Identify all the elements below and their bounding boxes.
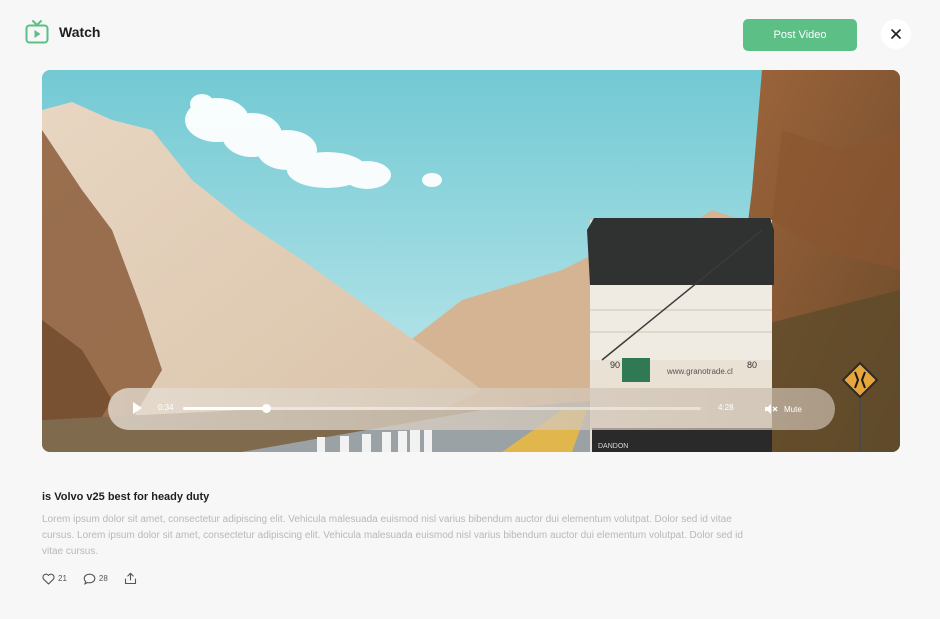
comment-button[interactable]: 28 <box>83 573 108 585</box>
post-description: Lorem ipsum dolor sit amet, consectetur … <box>42 514 743 557</box>
share-icon <box>124 572 136 585</box>
progress-bar[interactable] <box>183 404 701 413</box>
page-title: Watch <box>59 24 101 40</box>
tv-icon <box>25 20 49 44</box>
like-count: 21 <box>58 574 67 583</box>
truck-number: 80 <box>747 360 757 370</box>
truck-plate-text: 90 <box>610 360 620 370</box>
progress-handle[interactable] <box>261 404 271 413</box>
share-button[interactable] <box>124 572 137 585</box>
video-player[interactable]: 90 80 www.granotrade.cl DANDON 0:34 4:28 <box>42 70 900 452</box>
video-controls: 0:34 4:28 Mute <box>108 388 835 430</box>
comment-count: 28 <box>98 574 108 583</box>
post-actions: 21 28 <box>42 572 153 585</box>
truck-url: www.granotrade.cl <box>666 367 733 376</box>
current-time: 0:34 <box>158 403 174 412</box>
close-button[interactable] <box>881 19 911 49</box>
heart-icon <box>42 573 55 585</box>
like-button[interactable]: 21 <box>42 573 67 585</box>
close-icon <box>891 29 901 39</box>
speaker-mute-icon <box>765 404 778 414</box>
mute-label: Mute <box>784 404 802 414</box>
post-video-button[interactable]: Post Video <box>743 19 857 51</box>
truck-bottom-text: DANDON <box>598 443 628 450</box>
comment-icon <box>83 573 96 585</box>
play-icon <box>133 401 142 414</box>
post-title: is Volvo v25 best for heady duty <box>42 491 210 503</box>
header: Watch Post Video <box>0 0 940 68</box>
mute-button[interactable]: Mute <box>764 400 802 418</box>
play-button[interactable] <box>128 400 146 418</box>
progress-fill <box>183 407 266 410</box>
brand: Watch <box>25 17 100 47</box>
total-time: 4:28 <box>718 403 734 412</box>
